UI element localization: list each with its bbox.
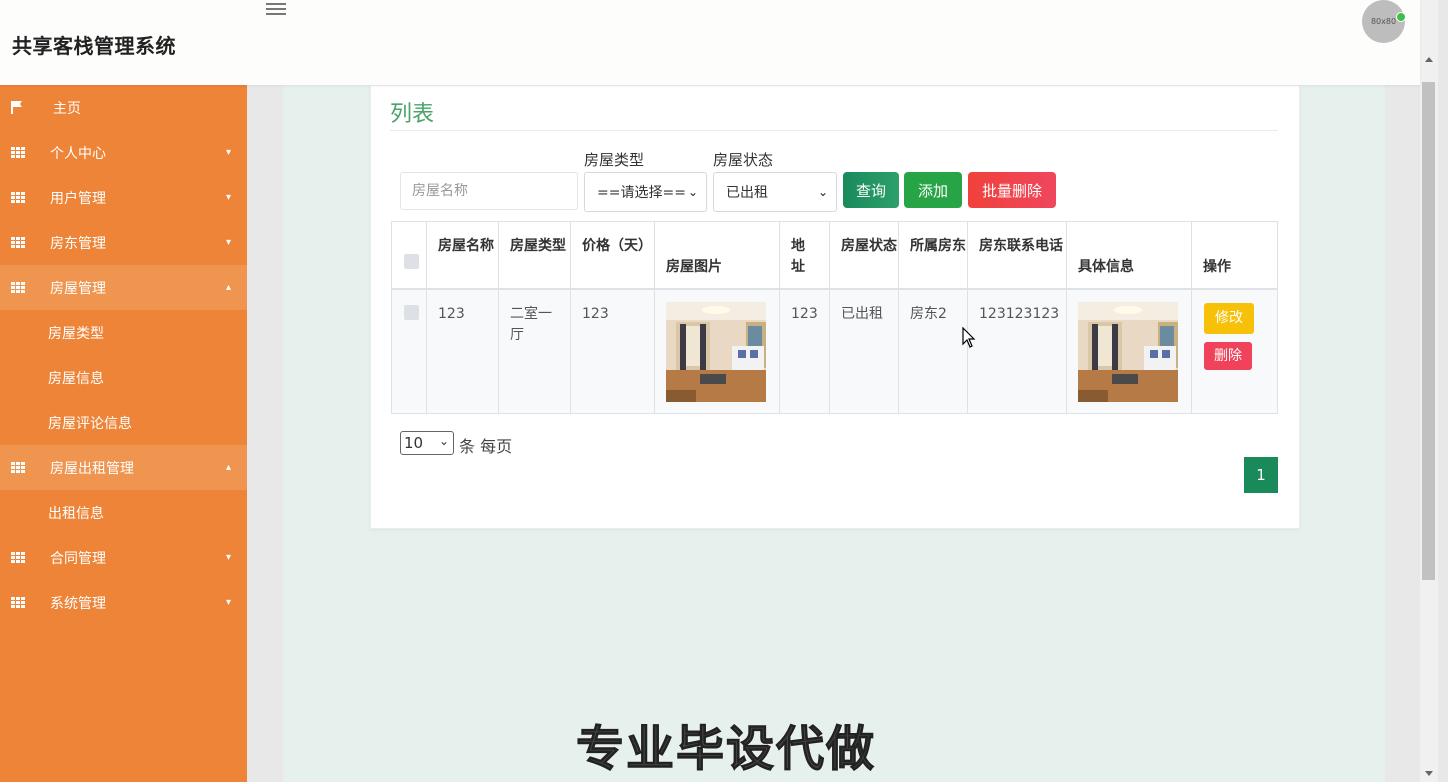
house-name-search-input[interactable] bbox=[400, 172, 578, 210]
sidebar-item-label: 房东管理 bbox=[50, 235, 106, 252]
grid-icon bbox=[11, 551, 25, 564]
cell-actions: 修改 删除 bbox=[1192, 290, 1277, 413]
watermark-text: 专业毕设代做 bbox=[575, 721, 877, 778]
sidebar-item-label: 个人中心 bbox=[50, 145, 106, 162]
table-header: 房屋图片 bbox=[655, 222, 780, 289]
caret-down-icon: ▾ bbox=[226, 597, 232, 608]
batch-delete-button[interactable]: 批量删除 bbox=[968, 172, 1056, 208]
caret-down-icon: ▾ bbox=[226, 237, 232, 248]
sidebar-item-house-management[interactable]: 房屋管理 ▴ bbox=[0, 265, 247, 310]
table-header: 房屋状态 bbox=[830, 222, 899, 289]
cell-address: 123 bbox=[780, 290, 830, 413]
grid-icon bbox=[11, 281, 25, 294]
sidebar-subitem-label: 房屋信息 bbox=[48, 370, 104, 387]
caret-down-icon: ▾ bbox=[226, 192, 232, 203]
table-header: 操作 bbox=[1192, 222, 1277, 289]
sidebar-item-system-management[interactable]: 系统管理 ▾ bbox=[0, 580, 247, 625]
grid-icon bbox=[11, 596, 25, 609]
chevron-down-icon: ⌄ bbox=[687, 185, 698, 199]
sidebar-subitem-house-type[interactable]: 房屋类型 bbox=[0, 310, 247, 355]
sidebar-item-home[interactable]: 主页 bbox=[0, 85, 247, 130]
sidebar-item-label: 房屋管理 bbox=[50, 280, 106, 297]
grid-icon bbox=[11, 461, 25, 474]
app-title: 共享客栈管理系统 bbox=[12, 34, 176, 58]
house-status-select[interactable]: 已出租 ⌄ bbox=[713, 172, 837, 212]
house-type-label: 房屋类型 bbox=[584, 151, 645, 169]
divider bbox=[390, 130, 1278, 131]
delete-button[interactable]: 删除 bbox=[1204, 342, 1252, 370]
table-header: 价格（天） bbox=[571, 222, 655, 289]
sidebar-subitem-label: 房屋类型 bbox=[48, 325, 104, 342]
table-header: 房屋类型 bbox=[499, 222, 571, 289]
chevron-down-icon: ⌄ bbox=[438, 434, 449, 448]
house-table: 房屋名称 房屋类型 价格（天） 房屋图片 地址 房屋状态 所属房东 房东联系电话… bbox=[391, 221, 1278, 414]
sidebar-item-landlord-management[interactable]: 房东管理 ▾ bbox=[0, 220, 247, 265]
grid-icon bbox=[11, 236, 25, 249]
scroll-up-arrow-icon[interactable] bbox=[1425, 57, 1433, 62]
table-header: 房东联系电话 bbox=[968, 222, 1067, 289]
page-button-current[interactable]: 1 bbox=[1244, 457, 1278, 493]
sidebar-item-label: 用户管理 bbox=[50, 190, 106, 207]
sidebar: 主页 个人中心 ▾ 用户管理 ▾ 房东管理 ▾ 房屋管理 ▴ 房屋类型 房屋信息… bbox=[0, 85, 247, 782]
menu-toggle-icon[interactable] bbox=[266, 3, 286, 17]
caret-up-icon: ▴ bbox=[226, 462, 232, 473]
table-header-select bbox=[392, 222, 427, 289]
table-row-select bbox=[392, 290, 427, 413]
cell-phone: 123123123 bbox=[968, 290, 1067, 413]
scrollbar-thumb[interactable] bbox=[1422, 82, 1435, 580]
caret-up-icon: ▴ bbox=[226, 282, 232, 293]
table-header: 具体信息 bbox=[1067, 222, 1192, 289]
select-all-checkbox[interactable] bbox=[404, 254, 419, 269]
caret-down-icon: ▾ bbox=[226, 147, 232, 158]
cell-house-name: 123 bbox=[427, 290, 499, 413]
table-header-text: 地址 bbox=[791, 238, 805, 275]
sidebar-item-label: 合同管理 bbox=[50, 550, 106, 567]
edit-button[interactable]: 修改 bbox=[1204, 303, 1254, 334]
per-page-label: 条 每页 bbox=[459, 437, 513, 456]
cell-price: 123 bbox=[571, 290, 655, 413]
house-status-select-value: 已出租 bbox=[726, 185, 768, 201]
list-card: 列表 房屋类型 ==请选择== ⌄ 房屋状态 已出租 ⌄ 查询 添加 批量删除 … bbox=[370, 85, 1300, 529]
grid-icon bbox=[11, 191, 25, 204]
table-header: 房屋名称 bbox=[427, 222, 499, 289]
cell-detail bbox=[1067, 290, 1192, 413]
online-status-dot bbox=[1396, 12, 1406, 22]
sidebar-subitem-label: 房屋评论信息 bbox=[48, 415, 132, 432]
living-room-photo[interactable] bbox=[666, 302, 766, 402]
flag-icon bbox=[11, 101, 22, 114]
query-button[interactable]: 查询 bbox=[843, 172, 899, 208]
sidebar-item-personal-center[interactable]: 个人中心 ▾ bbox=[0, 130, 247, 175]
house-type-select-value: ==请选择== bbox=[597, 185, 686, 201]
grid-icon bbox=[11, 146, 25, 159]
sidebar-subitem-house-comments[interactable]: 房屋评论信息 bbox=[0, 400, 247, 445]
sidebar-subitem-rental-info[interactable]: 出租信息 bbox=[0, 490, 247, 535]
sidebar-subitem-label: 出租信息 bbox=[48, 505, 104, 522]
table-header: 地址 bbox=[780, 222, 830, 289]
add-button[interactable]: 添加 bbox=[904, 172, 962, 208]
caret-down-icon: ▾ bbox=[226, 552, 232, 563]
cell-house-type: 二室一厅 bbox=[499, 290, 571, 413]
cell-landlord: 房东2 bbox=[899, 290, 968, 413]
table-header: 所属房东 bbox=[899, 222, 968, 289]
sidebar-subitem-house-info[interactable]: 房屋信息 bbox=[0, 355, 247, 400]
per-page-value: 10 bbox=[404, 434, 424, 452]
scroll-down-arrow-icon[interactable] bbox=[1425, 771, 1433, 776]
sidebar-item-user-management[interactable]: 用户管理 ▾ bbox=[0, 175, 247, 220]
sidebar-item-label: 房屋出租管理 bbox=[50, 460, 134, 477]
page-title: 列表 bbox=[390, 102, 435, 127]
cell-house-image bbox=[655, 290, 780, 413]
sidebar-item-contract-management[interactable]: 合同管理 ▾ bbox=[0, 535, 247, 580]
living-room-photo[interactable] bbox=[1078, 302, 1178, 402]
house-status-label: 房屋状态 bbox=[713, 151, 774, 169]
chevron-down-icon: ⌄ bbox=[817, 185, 828, 199]
cell-status: 已出租 bbox=[830, 290, 899, 413]
row-checkbox[interactable] bbox=[404, 305, 419, 320]
sidebar-item-label: 主页 bbox=[53, 100, 81, 117]
top-bar: 共享客栈管理系统 80x80 bbox=[0, 0, 1420, 85]
house-type-select[interactable]: ==请选择== ⌄ bbox=[584, 172, 707, 212]
sidebar-item-rental-management[interactable]: 房屋出租管理 ▴ bbox=[0, 445, 247, 490]
mouse-cursor-icon bbox=[962, 327, 976, 348]
sidebar-item-label: 系统管理 bbox=[50, 595, 106, 612]
per-page-select[interactable]: 10 ⌄ bbox=[400, 431, 454, 455]
